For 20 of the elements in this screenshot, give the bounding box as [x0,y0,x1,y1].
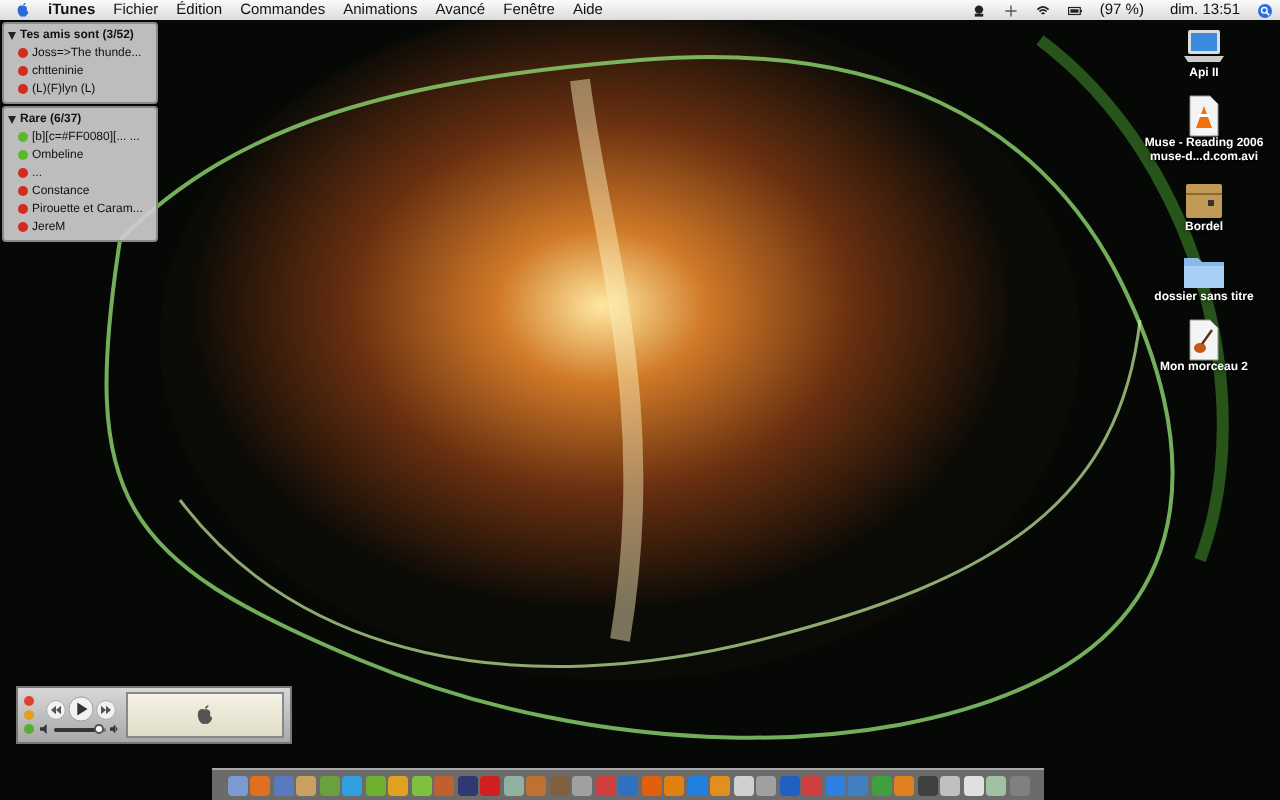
apple-logo-icon[interactable] [16,2,30,18]
disclosure-triangle-icon[interactable] [8,115,16,123]
previous-button[interactable] [45,699,65,719]
crosshair-icon[interactable] [1003,3,1018,17]
minimize-icon[interactable] [24,710,34,720]
wifi-icon[interactable] [1035,3,1050,17]
zoom-icon[interactable] [24,724,34,734]
volume-thumb[interactable] [93,724,104,734]
apple-logo-icon [196,704,214,726]
close-icon[interactable] [24,696,34,706]
laptop-icon[interactable] [1180,24,1228,68]
play-button[interactable] [67,696,93,722]
battery-icon[interactable] [1067,3,1082,17]
volume-low-icon [40,724,50,734]
disclosure-triangle-icon[interactable] [8,31,16,39]
cardboard-box-icon[interactable] [1180,178,1228,222]
webcam-icon[interactable] [971,3,986,17]
next-button[interactable] [95,699,115,719]
search-icon[interactable] [1258,3,1272,17]
volume-high-icon [110,724,120,734]
